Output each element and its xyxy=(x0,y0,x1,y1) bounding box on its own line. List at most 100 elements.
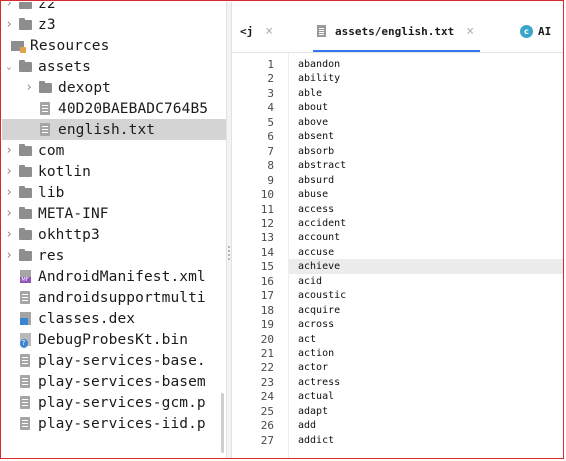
tree-item-label: META-INF xyxy=(38,205,109,222)
line-text: account xyxy=(298,232,341,244)
code-line[interactable]: actress xyxy=(289,375,563,390)
chevron-right-icon[interactable]: › xyxy=(4,185,14,200)
tree-scrollbar[interactable] xyxy=(221,393,224,453)
code-line[interactable]: abandon xyxy=(289,57,563,72)
line-text: access xyxy=(298,203,335,215)
chevron-right-icon[interactable]: › xyxy=(4,17,14,32)
tree-item-androidmanifest-xml[interactable]: AndroidManifest.xml xyxy=(2,266,226,287)
line-text: actual xyxy=(298,391,335,403)
chevron-right-icon[interactable]: › xyxy=(4,143,14,158)
resources-folder-icon xyxy=(10,39,26,53)
code-line[interactable]: absurd xyxy=(289,173,563,188)
tab-previous[interactable]: <j × xyxy=(240,20,273,42)
close-icon[interactable]: × xyxy=(265,24,273,39)
chevron-right-icon[interactable]: › xyxy=(4,227,14,242)
project-tree: › z2 › z3 Resources ⌄ assets › dexopt 40D20BAEBAD… xyxy=(2,2,226,458)
code-line[interactable]: actor xyxy=(289,360,563,375)
code-line[interactable]: add xyxy=(289,418,563,433)
code-line[interactable]: account xyxy=(289,230,563,245)
tree-item-lib[interactable]: › lib xyxy=(2,182,226,203)
close-icon[interactable]: × xyxy=(466,24,474,39)
folder-icon xyxy=(38,80,52,95)
chevron-down-icon[interactable]: ⌄ xyxy=(4,62,14,72)
tree-item-label: play-services-base. xyxy=(38,352,206,369)
folder-icon xyxy=(18,248,32,263)
code-line[interactable]: above xyxy=(289,115,563,130)
code-area[interactable]: abandon ability able about above absent absorb… xyxy=(289,53,563,458)
line-number: 9 xyxy=(267,173,274,187)
tree-item-assets[interactable]: ⌄ assets xyxy=(2,56,226,77)
tree-item-label: assets xyxy=(38,58,91,75)
code-line[interactable]: adapt xyxy=(289,404,563,419)
tab-english-txt[interactable]: assets/english.txt × xyxy=(312,20,481,52)
line-number: 1 xyxy=(267,58,274,71)
line-number: 19 xyxy=(260,318,274,332)
line-text: addict xyxy=(298,434,335,446)
code-line[interactable]: across xyxy=(289,317,563,332)
tree-item-meta-inf[interactable]: › META-INF xyxy=(2,203,226,224)
line-number: 6 xyxy=(267,130,274,144)
code-line[interactable]: addict xyxy=(289,433,563,448)
line-number: 15 xyxy=(260,260,274,274)
chevron-right-icon[interactable]: › xyxy=(4,164,14,179)
chevron-right-icon[interactable]: › xyxy=(24,80,34,95)
line-text: abuse xyxy=(298,189,329,201)
tree-item-play-services-gcm-p[interactable]: play-services-gcm.p xyxy=(2,392,226,413)
code-line[interactable]: access xyxy=(289,202,563,217)
chevron-right-icon[interactable]: › xyxy=(4,248,14,263)
code-line[interactable]: absorb xyxy=(289,144,563,159)
chevron-right-icon[interactable]: › xyxy=(4,2,14,11)
tree-item-play-services-basem[interactable]: play-services-basem xyxy=(2,371,226,392)
code-line[interactable]: abstract xyxy=(289,158,563,173)
code-line[interactable]: accident xyxy=(289,216,563,231)
line-number: 11 xyxy=(260,202,274,216)
tree-item-english-txt[interactable]: english.txt xyxy=(2,119,226,140)
tree-item-res[interactable]: › res xyxy=(2,245,226,266)
line-text: achieve xyxy=(298,261,341,273)
code-line[interactable]: actual xyxy=(289,389,563,404)
code-line[interactable]: abuse xyxy=(289,187,563,202)
code-line[interactable]: action xyxy=(289,346,563,361)
tree-item-40d20baebadc764b5[interactable]: 40D20BAEBADC764B5 xyxy=(2,98,226,119)
tree-item-androidsupportmulti[interactable]: androidsupportmulti xyxy=(2,287,226,308)
code-line[interactable]: act xyxy=(289,332,563,347)
code-line[interactable]: about xyxy=(289,100,563,115)
code-line[interactable]: acoustic xyxy=(289,288,563,303)
folder-icon xyxy=(18,59,32,74)
tab-ai[interactable]: c AI xyxy=(520,20,551,42)
text-file-icon xyxy=(18,375,32,389)
tree-item-label: DebugProbesKt.bin xyxy=(38,331,189,348)
line-number: 3 xyxy=(267,86,274,100)
folder-icon xyxy=(18,227,32,242)
tree-item-debugprobeskt-bin[interactable]: DebugProbesKt.bin xyxy=(2,329,226,350)
tree-item-dexopt[interactable]: › dexopt xyxy=(2,77,226,98)
tree-item-z3[interactable]: › z3 xyxy=(2,14,226,35)
line-text: add xyxy=(298,420,317,432)
code-line[interactable]: accuse xyxy=(289,245,563,260)
code-line[interactable]: acid xyxy=(289,274,563,289)
manifest-file-icon xyxy=(18,270,32,284)
code-line[interactable]: acquire xyxy=(289,303,563,318)
code-line[interactable]: able xyxy=(289,86,563,101)
tree-item-play-services-iid-p[interactable]: play-services-iid.p xyxy=(2,413,226,434)
line-number: 26 xyxy=(260,419,274,433)
tree-item-resources[interactable]: Resources xyxy=(2,35,226,56)
tree-item-kotlin[interactable]: › kotlin xyxy=(2,161,226,182)
tree-item-okhttp3[interactable]: › okhttp3 xyxy=(2,224,226,245)
code-line[interactable]: ability xyxy=(289,71,563,86)
splitter-grip[interactable] xyxy=(228,246,230,262)
code-line[interactable]: absent xyxy=(289,129,563,144)
line-number: 8 xyxy=(267,159,274,173)
tree-item-com[interactable]: › com xyxy=(2,140,226,161)
tree-item-classes-dex[interactable]: classes.dex xyxy=(2,308,226,329)
tree-item-label: androidsupportmulti xyxy=(38,289,206,306)
tree-item-z2[interactable]: › z2 xyxy=(2,2,226,14)
tree-item-play-services-base[interactable]: play-services-base. xyxy=(2,350,226,371)
current-code-line[interactable]: achieve xyxy=(289,259,563,275)
line-text: acid xyxy=(298,275,323,287)
tree-item-label: z2 xyxy=(38,2,56,12)
line-number: 5 xyxy=(267,115,274,129)
line-text: abandon xyxy=(298,59,341,70)
chevron-right-icon[interactable]: › xyxy=(4,206,14,221)
editor-tab-bar: <j × assets/english.txt × c AI xyxy=(232,2,563,53)
